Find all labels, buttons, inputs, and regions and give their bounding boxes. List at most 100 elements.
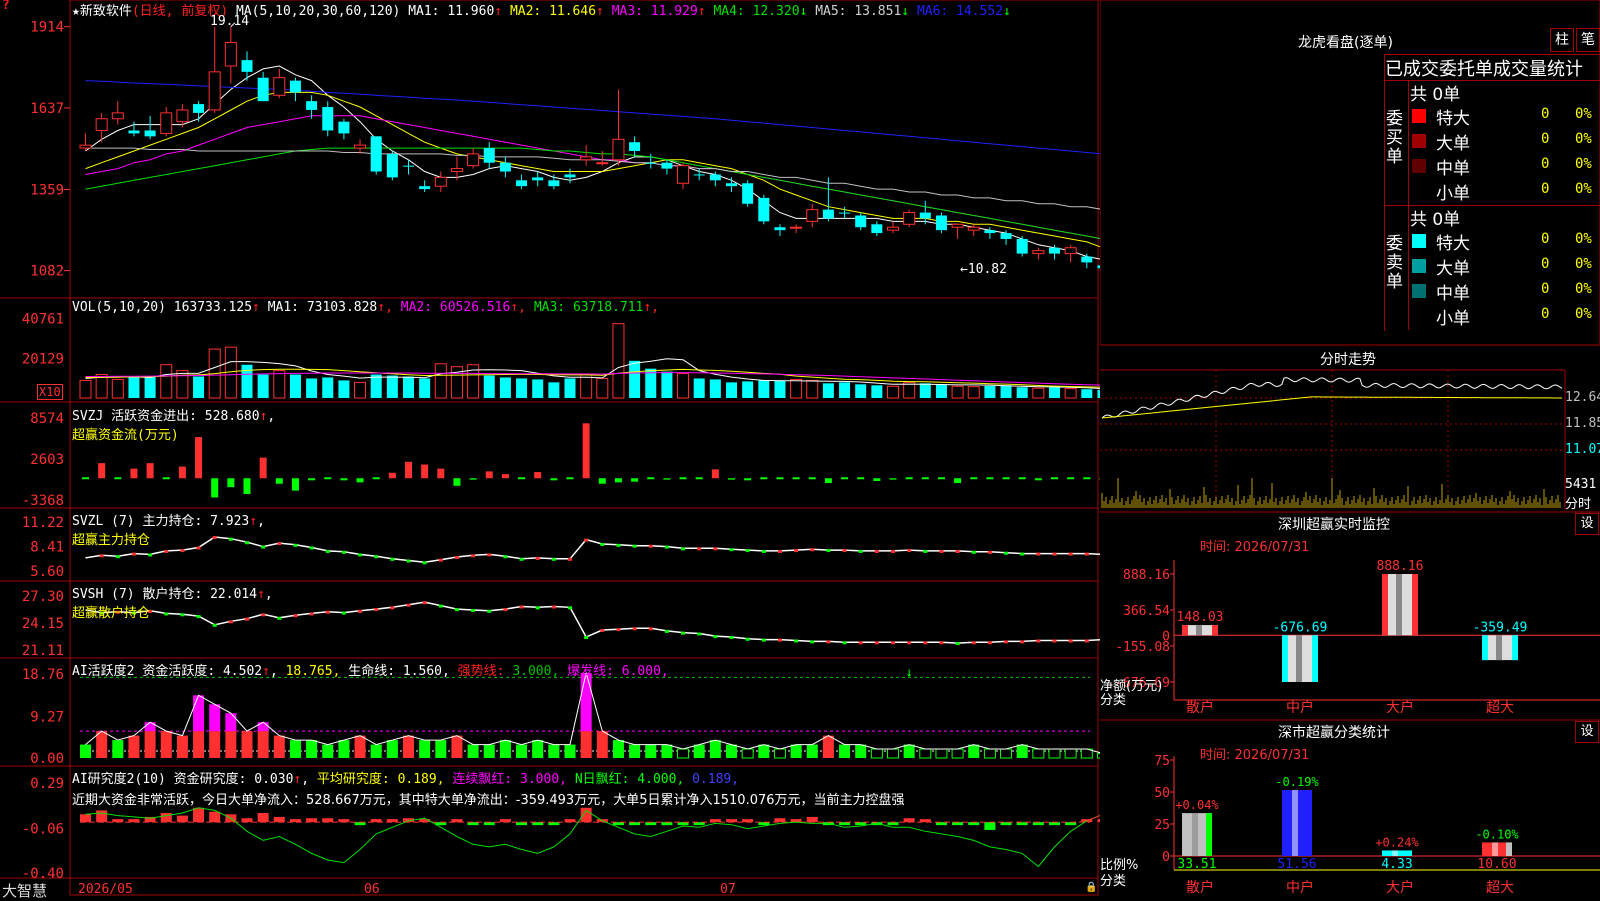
ai2-bar — [160, 813, 172, 823]
svzj-bar — [841, 477, 849, 480]
ai2-bar — [306, 818, 318, 823]
stats-axis-label: 50 — [1154, 786, 1170, 801]
svzl-tick — [519, 557, 524, 561]
ai1-bar — [855, 744, 867, 758]
svzj-bar — [889, 478, 897, 480]
monitor-bar-label: -676.69 — [1273, 620, 1328, 635]
svzj-bar — [146, 463, 154, 479]
ai1-bar — [451, 735, 463, 758]
sell-row-swatch — [1412, 234, 1426, 248]
ma-line-6 — [85, 80, 1100, 155]
monitor-bar-edge — [1412, 574, 1418, 636]
svzl-tick — [438, 558, 443, 562]
stats-title: 深市超赢分类统计 — [1278, 725, 1390, 741]
vol-bar — [306, 378, 318, 398]
ai1-bar — [919, 748, 932, 759]
candle-body — [467, 153, 480, 167]
ai1-bar — [677, 748, 690, 759]
svsh-arrow: ↑ — [257, 587, 265, 602]
ai1-bar — [580, 731, 592, 758]
candle-body — [289, 80, 301, 93]
intraday-vol-label: 5431 — [1565, 477, 1597, 492]
vol-axis-label: 40761 — [22, 311, 64, 327]
svzl-tick — [907, 549, 912, 553]
vol-bar — [790, 378, 803, 399]
svsh-tick — [907, 641, 912, 645]
candle-body — [564, 174, 576, 178]
ai1-bar — [289, 740, 301, 758]
svzj-bar — [485, 471, 493, 479]
candle-body — [419, 186, 431, 190]
svzl-tick — [1052, 552, 1057, 556]
svzj-bar — [227, 478, 235, 488]
svzj-bar — [340, 478, 348, 481]
svsh-tick — [681, 631, 686, 635]
ai1-name: 资金活跃度: — [142, 664, 216, 679]
svzj-bar — [291, 478, 299, 491]
svzj-bar — [534, 472, 542, 479]
monitor-bar-edge — [1312, 635, 1318, 682]
ai2-v3: 3.000 — [520, 772, 560, 787]
lock-icon[interactable]: 🔒 — [1085, 882, 1097, 893]
tab-bar[interactable]: 柱 — [1550, 28, 1574, 52]
star-icon: ★ — [72, 4, 80, 19]
svzj-bar — [211, 478, 219, 498]
stats-cat-label: 超大 — [1486, 880, 1514, 896]
svsh-tick — [632, 627, 637, 631]
candle-body — [111, 112, 124, 120]
candle-body — [1064, 247, 1077, 255]
ma-value-4: MA4: 12.320 — [713, 4, 800, 19]
candle-body — [1016, 238, 1028, 254]
svsh-tick — [1004, 640, 1009, 644]
svsh-axis-label: 24.15 — [22, 616, 64, 632]
ma-arrow-4: ↓ — [799, 4, 816, 19]
monitor-bar-label: -359.49 — [1473, 620, 1528, 635]
candle-body — [79, 144, 92, 149]
svzj-bar — [162, 477, 170, 480]
svsh-tick — [664, 629, 669, 633]
vol-unit[interactable]: X10 — [37, 384, 63, 400]
candle-body — [774, 227, 786, 231]
svzj-bar — [1067, 477, 1075, 480]
chart-area[interactable]: ↓ 1914 1637 1359 1082 40761 20129 8574 2603 -336… — [0, 0, 1100, 900]
svzj-sub: 超赢资金流(万元) — [72, 428, 179, 443]
svzj-bar — [259, 457, 267, 479]
svzj-axis-label: 2603 — [30, 452, 64, 468]
stock-name[interactable]: 新致软件 — [80, 4, 132, 19]
svzj-bar — [178, 466, 186, 479]
svzl-tick — [374, 555, 379, 559]
ai1-bar — [241, 731, 253, 758]
ai1-c4: , — [551, 664, 560, 679]
ma-value-5: MA5: 13.851 — [815, 4, 902, 19]
vol-bar — [532, 379, 544, 398]
svsh-tick — [519, 605, 524, 609]
ai1-l3: 生命线: — [348, 664, 396, 679]
stats-bar-shade — [1492, 842, 1498, 856]
svzl-tick — [955, 549, 960, 553]
candle-body — [580, 156, 593, 161]
stats-bar-accent — [1306, 790, 1312, 856]
svsh-tick — [858, 641, 863, 645]
monitor-bar-edge — [1182, 625, 1188, 636]
svzj-bar — [857, 477, 865, 480]
vol-title: VOL(5,10,20) — [72, 300, 166, 315]
svzl-tick — [180, 549, 185, 553]
svzl-tick — [1068, 552, 1073, 556]
stats-settings-button[interactable]: 设 — [1575, 721, 1599, 743]
brand-logo[interactable]: 大智慧 — [2, 880, 47, 901]
tab-tick[interactable]: 笔 — [1576, 28, 1600, 52]
sell-row-name: 特大 — [1436, 234, 1470, 254]
svzj-header: SVZJ 活跃资金进出: 528.680↑, 超赢资金流(万元) — [72, 405, 275, 443]
monitor-settings-button[interactable]: 设 — [1575, 513, 1599, 535]
ai2-bar — [241, 818, 253, 823]
svzj-bar — [824, 478, 832, 484]
svsh-tick — [842, 641, 847, 645]
stats-bar-shade — [1192, 813, 1198, 856]
candle-body — [338, 121, 350, 134]
svzl-comma: , — [257, 514, 265, 529]
svzj-bar — [744, 478, 752, 481]
svzl-tick — [987, 550, 992, 554]
ai1-signal-arrow: ↓ — [905, 666, 913, 681]
svzj-bar — [308, 478, 316, 481]
svzl-title: SVZL — [72, 514, 104, 529]
